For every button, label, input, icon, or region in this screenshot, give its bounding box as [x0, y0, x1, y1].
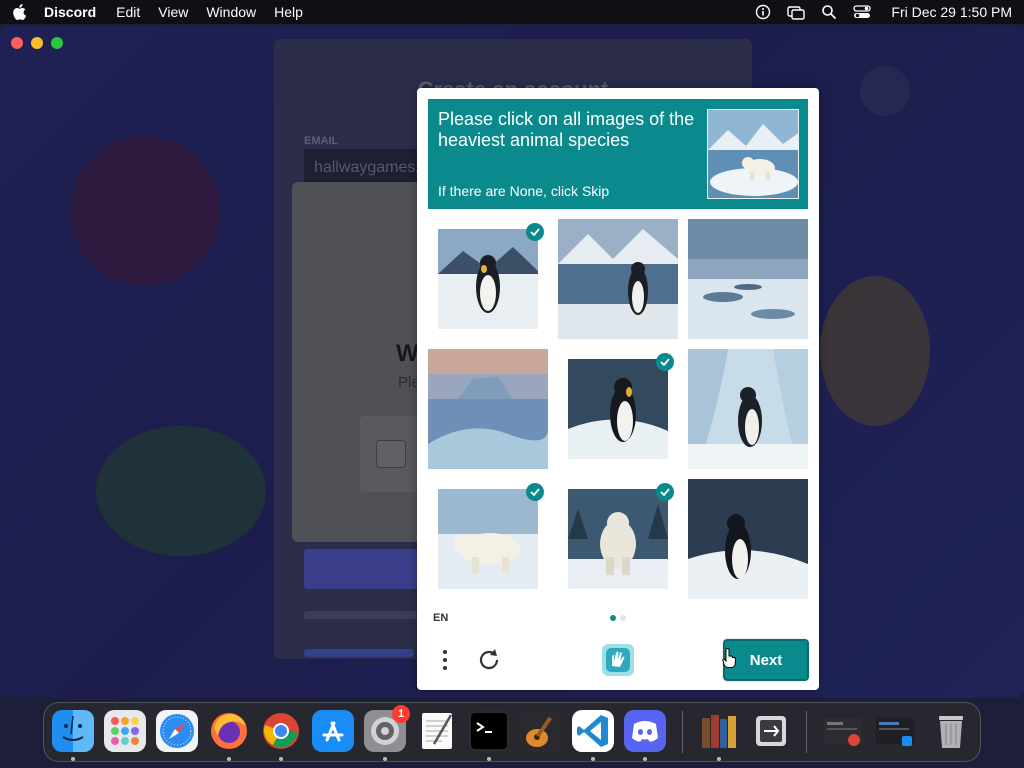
selected-check-icon [526, 223, 544, 241]
running-indicator [279, 757, 283, 761]
challenge-tile-3[interactable] [688, 219, 808, 339]
skip-hint: If there are None, click Skip [438, 183, 610, 199]
challenge-tile-5[interactable] [558, 349, 678, 469]
info-icon[interactable] [755, 4, 771, 20]
discord-icon[interactable] [624, 710, 666, 752]
textedit-icon[interactable] [416, 710, 458, 752]
penguin-image [688, 349, 808, 469]
hcaptcha-logo-icon[interactable] [599, 641, 637, 679]
running-indicator [487, 757, 491, 761]
safari-icon[interactable] [156, 710, 198, 752]
captcha-challenge: Please click on all images of the heavie… [417, 88, 819, 690]
screen-mirror-icon[interactable] [787, 4, 806, 20]
penguin-image [438, 229, 538, 329]
penguin-image [688, 479, 808, 599]
app-menu-discord[interactable]: Discord [44, 4, 96, 20]
minimize-window-button[interactable] [31, 37, 43, 49]
control-center-icon[interactable] [853, 4, 872, 20]
running-indicator [383, 757, 387, 761]
terminal-icon[interactable] [468, 710, 510, 752]
spotlight-search-icon[interactable] [821, 4, 837, 20]
email-label: EMAIL [304, 135, 339, 147]
page-indicator [610, 615, 626, 621]
garageband-icon[interactable] [520, 710, 562, 752]
challenge-tile-2[interactable] [558, 219, 678, 339]
challenge-question: Please click on all images of the heavie… [438, 109, 695, 150]
notification-badge: 1 [392, 705, 410, 723]
close-window-button[interactable] [11, 37, 23, 49]
running-indicator [71, 757, 75, 761]
menu-bar-clock[interactable]: Fri Dec 29 1:50 PM [891, 4, 1012, 20]
dock: 1 [43, 702, 981, 762]
menu-edit[interactable]: Edit [116, 4, 140, 20]
running-indicator [643, 757, 647, 761]
firefox-icon[interactable] [208, 710, 250, 752]
chrome-icon[interactable] [260, 710, 302, 752]
challenge-prompt: Please click on all images of the heavie… [428, 99, 808, 209]
running-indicator [227, 757, 231, 761]
challenge-tile-7[interactable] [428, 479, 548, 599]
challenge-tile-4[interactable] [428, 349, 548, 469]
captcha-modal-heading: W [396, 340, 419, 367]
menu-window[interactable]: Window [206, 4, 256, 20]
language-selector[interactable]: EN [433, 612, 448, 624]
example-image [707, 109, 799, 199]
running-indicator [591, 757, 595, 761]
selected-check-icon [656, 483, 674, 501]
refresh-challenge-icon[interactable] [475, 646, 503, 674]
launchpad-icon[interactable] [104, 710, 146, 752]
trash-icon[interactable] [930, 710, 972, 752]
page-dot [620, 615, 626, 621]
apple-menu-icon[interactable] [12, 4, 26, 20]
selected-check-icon [656, 353, 674, 371]
recent-window-icon[interactable] [874, 710, 916, 752]
penguin-image [558, 219, 678, 339]
iceberg-image [428, 349, 548, 469]
window-controls [11, 37, 63, 49]
app-store-icon[interactable] [312, 710, 354, 752]
challenge-tile-8[interactable] [558, 479, 678, 599]
ice-field-image [688, 219, 808, 339]
selected-check-icon [526, 483, 544, 501]
penguin-image [568, 359, 668, 459]
calibre-icon[interactable] [698, 710, 740, 752]
challenge-tile-9[interactable] [688, 479, 808, 599]
vscode-icon[interactable] [572, 710, 614, 752]
challenge-tile-1[interactable] [428, 219, 548, 339]
hand-cursor-icon [722, 648, 736, 668]
menu-view[interactable]: View [158, 4, 188, 20]
page-dot-active [610, 615, 616, 621]
zoom-window-button[interactable] [51, 37, 63, 49]
login-link[interactable] [304, 649, 414, 657]
recent-window-icon[interactable] [822, 710, 864, 752]
running-indicator [717, 757, 721, 761]
hcaptcha-checkbox[interactable] [376, 440, 406, 468]
dock-separator [682, 711, 683, 753]
polar-bear-image [568, 489, 668, 589]
challenge-tile-6[interactable] [688, 349, 808, 469]
menu-bar: Discord Edit View Window Help Fri Dec 29… [0, 0, 1024, 24]
more-options-icon[interactable] [437, 646, 453, 674]
polar-bear-image [438, 489, 538, 589]
dock-separator [806, 711, 807, 753]
migration-assistant-icon[interactable] [750, 710, 792, 752]
menu-help[interactable]: Help [274, 4, 303, 20]
finder-icon[interactable] [52, 710, 94, 752]
